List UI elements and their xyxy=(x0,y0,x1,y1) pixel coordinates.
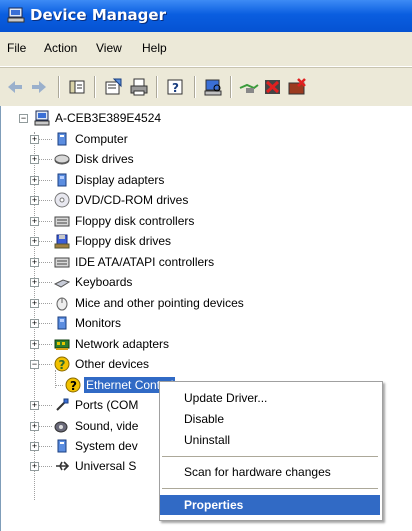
menu-item-disable[interactable]: Disable xyxy=(160,409,380,429)
tree-item-label: Mice and other pointing devices xyxy=(75,296,244,310)
collapse-icon[interactable]: − xyxy=(19,114,28,123)
device-manager-icon xyxy=(7,7,25,23)
toolbar-separator xyxy=(230,76,232,98)
tree-item-label: Sound, vide xyxy=(75,419,139,433)
collapse-icon[interactable]: − xyxy=(30,360,39,369)
expand-icon[interactable]: + xyxy=(30,401,39,410)
window-title: Device Manager xyxy=(30,6,166,24)
menu-separator xyxy=(162,456,378,457)
expand-icon[interactable]: + xyxy=(30,155,39,164)
controller-icon xyxy=(54,213,70,229)
floppy-drive-icon xyxy=(54,233,70,249)
print-icon[interactable] xyxy=(128,76,150,98)
tree-item-label: Disk drives xyxy=(75,152,134,166)
sound-icon xyxy=(54,418,70,434)
port-icon xyxy=(54,397,70,413)
disk-drive-icon xyxy=(54,151,70,167)
mouse-icon xyxy=(54,295,70,311)
menu-item-scan-hardware[interactable]: Scan for hardware changes xyxy=(160,462,380,482)
menu-separator xyxy=(162,488,378,489)
disable-icon[interactable] xyxy=(262,76,284,98)
expand-icon[interactable]: + xyxy=(30,217,39,226)
tree-item-label: Display adapters xyxy=(75,173,165,187)
tree-item-label: Floppy disk drives xyxy=(75,234,172,248)
tree-item-label: Floppy disk controllers xyxy=(75,214,195,228)
show-hide-tree-icon[interactable] xyxy=(66,76,88,98)
toolbar-separator xyxy=(58,76,60,98)
update-driver-icon[interactable] xyxy=(238,76,260,98)
back-icon[interactable] xyxy=(4,76,26,98)
expand-icon[interactable]: + xyxy=(30,237,39,246)
display-adapter-icon xyxy=(54,172,70,188)
svg-text:?: ? xyxy=(59,358,66,372)
menu-bar: File Action View Help xyxy=(0,32,412,67)
toolbar-separator xyxy=(94,76,96,98)
properties-icon[interactable] xyxy=(102,76,124,98)
tree-item-label: Network adapters xyxy=(75,337,170,351)
computer-icon xyxy=(54,131,70,147)
system-device-icon xyxy=(54,438,70,454)
menu-item-update-driver[interactable]: Update Driver... xyxy=(160,388,380,408)
scan-icon[interactable] xyxy=(202,76,224,98)
menu-file[interactable]: File xyxy=(7,41,26,55)
menu-action[interactable]: Action xyxy=(44,41,77,55)
expand-icon[interactable]: + xyxy=(30,319,39,328)
expand-icon[interactable]: + xyxy=(30,135,39,144)
expand-icon[interactable]: + xyxy=(30,176,39,185)
help-icon[interactable]: ? xyxy=(164,76,186,98)
expand-icon[interactable]: + xyxy=(30,462,39,471)
menu-help[interactable]: Help xyxy=(142,41,167,55)
tree-item-label: Keyboards xyxy=(75,275,133,289)
network-adapter-icon xyxy=(54,336,70,352)
menu-item-properties[interactable]: Properties xyxy=(160,495,380,515)
dvd-drive-icon xyxy=(54,192,70,208)
expand-icon[interactable]: + xyxy=(30,258,39,267)
title-bar[interactable]: Device Manager xyxy=(0,0,412,32)
tree-item-label: Monitors xyxy=(75,316,122,330)
tree-item-label: Computer xyxy=(75,132,128,146)
tree-item-label: Ports (COM xyxy=(75,398,139,412)
expand-icon[interactable]: + xyxy=(30,340,39,349)
keyboard-icon xyxy=(54,274,70,290)
svg-text:?: ? xyxy=(172,81,179,95)
tree-item-label: DVD/CD-ROM drives xyxy=(75,193,189,207)
tree-item-label: System dev xyxy=(75,439,138,453)
tree-item-label: Universal S xyxy=(75,459,137,473)
expand-icon[interactable]: + xyxy=(30,422,39,431)
toolbar-separator xyxy=(156,76,158,98)
expand-icon[interactable]: + xyxy=(30,442,39,451)
toolbar-separator xyxy=(194,76,196,98)
device-manager-window: Device Manager File Action View Help ? −… xyxy=(0,0,412,531)
monitor-icon xyxy=(54,315,70,331)
usb-icon xyxy=(54,458,70,474)
svg-text:?: ? xyxy=(70,379,77,393)
menu-view[interactable]: View xyxy=(96,41,122,55)
tree-root-label: A-CEB3E389E4524 xyxy=(55,111,162,125)
tree-item-label: IDE ATA/ATAPI controllers xyxy=(75,255,215,269)
expand-icon[interactable]: + xyxy=(30,299,39,308)
expand-icon[interactable]: + xyxy=(30,278,39,287)
uninstall-icon[interactable] xyxy=(286,76,308,98)
menu-item-uninstall[interactable]: Uninstall xyxy=(160,430,380,450)
tree-connector xyxy=(55,385,63,386)
expand-icon[interactable]: + xyxy=(30,196,39,205)
warning-device-icon: ? xyxy=(65,377,81,393)
unknown-device-icon: ? xyxy=(54,356,70,372)
forward-icon[interactable] xyxy=(28,76,50,98)
tree-item-label: Other devices xyxy=(75,357,150,371)
controller-icon xyxy=(54,254,70,270)
context-menu: Update Driver... Disable Uninstall Scan … xyxy=(159,381,383,521)
toolbar: ? xyxy=(0,67,412,107)
computer-icon xyxy=(34,110,50,126)
